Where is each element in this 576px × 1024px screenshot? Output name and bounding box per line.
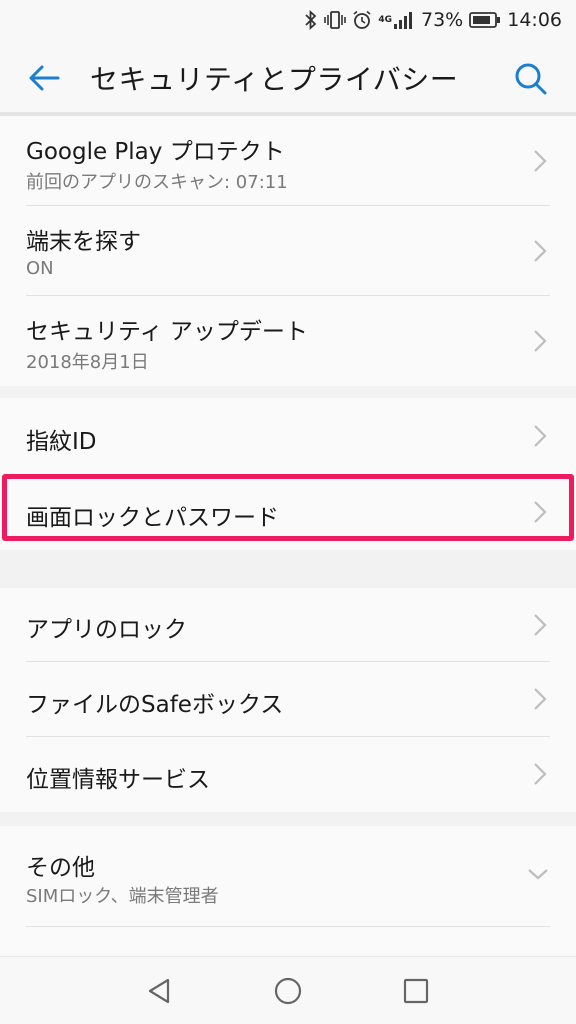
list-item-find-device[interactable]: 端末を探す ON: [0, 206, 576, 296]
vibrate-icon: [324, 10, 347, 30]
alarm-icon: [352, 10, 372, 30]
chevron-right-icon: [532, 423, 548, 449]
list-item-location-services[interactable]: 位置情報サービス: [0, 737, 576, 812]
chevron-right-icon: [532, 761, 548, 787]
list-item-label: ファイルのSafeボックス: [26, 692, 284, 718]
battery-percent: 73%: [421, 9, 464, 31]
search-icon[interactable]: [512, 60, 548, 96]
list-item-label: 端末を探す: [26, 229, 141, 255]
list-item-security-update[interactable]: セキュリティ アップデート 2018年8月1日: [0, 296, 576, 386]
settings-group-apps: アプリのロック ファイルのSafeボックス 位置情報サービス: [0, 588, 576, 812]
network-type: 4G: [378, 15, 392, 25]
signal-icon: 4G: [378, 10, 415, 30]
list-item-fingerprint-id[interactable]: 指紋ID: [0, 398, 576, 474]
list-item-google-play-protect[interactable]: Google Play プロテクト 前回のアプリのスキャン: 07:11: [0, 116, 576, 206]
list-item-other[interactable]: その他 SIMロック、端末管理者: [0, 826, 576, 926]
list-item-file-safe[interactable]: ファイルのSafeボックス: [0, 662, 576, 737]
status-bar: 4G 73% 14:06: [0, 0, 576, 40]
triangle-back-icon[interactable]: [144, 975, 176, 1007]
list-item-subtitle: ON: [26, 258, 54, 279]
list-item-label: その他: [26, 855, 95, 881]
square-recents-icon[interactable]: [400, 975, 432, 1007]
list-item-label: セキュリティ アップデート: [26, 319, 308, 345]
list-item-label: 指紋ID: [26, 429, 97, 455]
list-item-subtitle: 2018年8月1日: [26, 352, 149, 373]
circle-home-icon[interactable]: [272, 975, 304, 1007]
row-divider: [26, 926, 550, 927]
chevron-right-icon: [532, 238, 548, 264]
app-header: セキュリティとプライバシー: [0, 40, 576, 112]
list-item-label: アプリのロック: [26, 617, 187, 643]
list-item-subtitle: 前回のアプリのスキャン: 07:11: [26, 172, 288, 193]
settings-group-security: Google Play プロテクト 前回のアプリのスキャン: 07:11 端末を…: [0, 116, 576, 386]
chevron-right-icon: [532, 148, 548, 174]
battery-icon: [469, 11, 501, 29]
settings-group-other: その他 SIMロック、端末管理者: [0, 826, 576, 956]
list-item-label: 位置情報サービス: [26, 767, 210, 793]
clock-time: 14:06: [507, 9, 562, 31]
list-item-app-lock[interactable]: アプリのロック: [0, 588, 576, 662]
page-title: セキュリティとプライバシー: [90, 63, 459, 96]
list-item-subtitle: SIMロック、端末管理者: [26, 886, 219, 907]
chevron-right-icon: [532, 686, 548, 712]
system-navigation-bar: [0, 956, 576, 1024]
chevron-right-icon: [532, 612, 548, 638]
list-item-label: Google Play プロテクト: [26, 139, 285, 165]
highlight-box: [2, 474, 574, 541]
arrow-left-icon[interactable]: [26, 60, 62, 96]
bluetooth-icon: [304, 10, 318, 30]
chevron-right-icon: [532, 328, 548, 354]
chevron-down-icon: [526, 866, 550, 882]
